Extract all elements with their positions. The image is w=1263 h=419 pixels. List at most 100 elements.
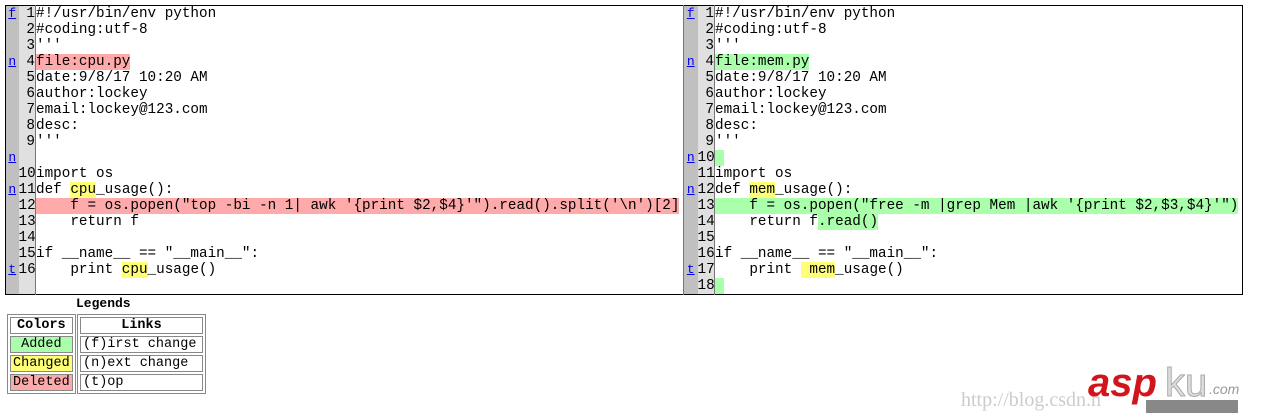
legend-top: (t)op — [80, 374, 203, 391]
left-line-number: 15 — [18, 246, 36, 262]
legend-colors-header: Colors — [10, 317, 73, 334]
right-line-text — [715, 278, 1243, 295]
watermark-logo: http://blog.csdn.n asp ku .com — [953, 361, 1243, 419]
left-line-number: 3 — [18, 38, 36, 54]
left-line-number: 7 — [18, 102, 36, 118]
right-line-text — [715, 150, 1243, 166]
legend-added: Added — [10, 336, 73, 353]
added-text — [715, 278, 724, 294]
right-nav-cell — [683, 22, 698, 38]
left-line-number: 14 — [18, 230, 36, 246]
legend-links-header: Links — [80, 317, 203, 334]
left-nav-cell — [5, 198, 19, 214]
right-line-number: 12 — [697, 182, 715, 198]
left-nav-link-t[interactable]: t — [8, 262, 16, 277]
left-line-number: 13 — [18, 214, 36, 230]
diff-row: 18 — [5, 278, 1243, 295]
code-text: date:9/8/17 10:20 AM — [715, 70, 887, 86]
left-line-number: 2 — [18, 22, 36, 38]
left-line-text: def cpu_usage(): — [36, 182, 684, 198]
right-nav-cell: n — [683, 182, 698, 198]
left-nav-link-f[interactable]: f — [8, 6, 16, 21]
left-nav-cell: t — [5, 262, 19, 278]
left-line-number: 9 — [18, 134, 36, 150]
svg-text:http://blog.csdn.n: http://blog.csdn.n — [961, 389, 1101, 411]
left-nav-cell — [5, 278, 19, 295]
left-line-text — [36, 150, 684, 166]
svg-text:asp: asp — [1088, 362, 1157, 405]
left-line-number — [18, 150, 36, 166]
code-text: if __name__ == "__main__": — [715, 246, 939, 262]
code-text: _usage(): — [96, 182, 174, 198]
added-text: file:mem.py — [715, 54, 810, 70]
left-line-number: 5 — [18, 70, 36, 86]
right-line-text: ''' — [715, 38, 1243, 54]
right-line-number: 16 — [697, 246, 715, 262]
left-nav-cell: n — [5, 54, 19, 70]
added-text: .read() — [817, 214, 879, 230]
left-nav-cell — [5, 134, 19, 150]
diff-row: 2 #coding:utf-8 2 #coding:utf-8 — [5, 22, 1243, 38]
left-line-number: 10 — [18, 166, 36, 182]
right-line-text: f = os.popen("free -m |grep Mem |awk '{p… — [715, 198, 1243, 214]
left-nav-cell — [5, 86, 19, 102]
right-nav-link-t[interactable]: t — [687, 262, 695, 277]
left-line-number: 6 — [18, 86, 36, 102]
right-line-number: 10 — [697, 150, 715, 166]
deleted-text: f = os.popen("top -bi -n 1| awk '{print … — [36, 198, 680, 214]
right-line-text: date:9/8/17 10:20 AM — [715, 70, 1243, 86]
left-line-text: #coding:utf-8 — [36, 22, 684, 38]
code-text: return f — [36, 214, 139, 230]
right-line-number: 17 — [697, 262, 715, 278]
right-line-text: #!/usr/bin/env python — [715, 6, 1243, 22]
right-line-number: 11 — [697, 166, 715, 182]
left-nav-cell: n — [5, 182, 19, 198]
changed-text: mem — [749, 182, 776, 198]
right-nav-link-n[interactable]: n — [687, 150, 695, 165]
right-line-text: import os — [715, 166, 1243, 182]
left-nav-link-n[interactable]: n — [8, 54, 16, 69]
legend-title: Legends — [76, 296, 131, 311]
code-text: ''' — [36, 38, 62, 54]
left-line-text: f = os.popen("top -bi -n 1| awk '{print … — [36, 198, 684, 214]
right-line-number: 9 — [697, 134, 715, 150]
changed-text: mem — [800, 262, 836, 278]
code-text: print — [715, 262, 801, 278]
code-text: def — [715, 182, 750, 198]
code-text: ''' — [715, 134, 741, 150]
left-nav-link-n[interactable]: n — [8, 182, 16, 197]
diff-row: 14 15 — [5, 230, 1243, 246]
right-nav-link-n[interactable]: n — [687, 54, 695, 69]
diff-row: 10 import os 11 import os — [5, 166, 1243, 182]
left-line-number: 16 — [18, 262, 36, 278]
right-nav-cell — [683, 86, 698, 102]
code-text: return f — [715, 214, 818, 230]
left-line-text: #!/usr/bin/env python — [36, 6, 684, 22]
code-text: #coding:utf-8 — [715, 22, 827, 38]
right-nav-link-f[interactable]: f — [687, 6, 695, 21]
left-line-number — [18, 278, 36, 295]
right-nav-cell — [683, 134, 698, 150]
left-line-text: ''' — [36, 134, 684, 150]
diff-row: 9 ''' 9 ''' — [5, 134, 1243, 150]
right-nav-link-n[interactable]: n — [687, 182, 695, 197]
added-text — [715, 150, 724, 166]
left-nav-cell — [5, 102, 19, 118]
right-line-number: 18 — [697, 278, 715, 295]
left-line-text: if __name__ == "__main__": — [36, 246, 684, 262]
code-text: #!/usr/bin/env python — [715, 6, 896, 22]
left-line-text — [36, 278, 684, 295]
right-line-number: 8 — [697, 118, 715, 134]
diff-row: n n 10 — [5, 150, 1243, 166]
left-line-text: ''' — [36, 38, 684, 54]
left-nav-cell — [5, 22, 19, 38]
right-line-number: 6 — [697, 86, 715, 102]
left-nav-link-n[interactable]: n — [8, 150, 16, 165]
left-line-number: 1 — [18, 5, 36, 22]
right-line-number: 3 — [697, 38, 715, 54]
diff-row: 6 author:lockey 6 author:lockey — [5, 86, 1243, 102]
right-nav-cell — [683, 198, 698, 214]
left-nav-cell — [5, 166, 19, 182]
svg-text:.com: .com — [1209, 381, 1240, 397]
diff-row: 15 if __name__ == "__main__": 16 if __name_… — [5, 246, 1243, 262]
